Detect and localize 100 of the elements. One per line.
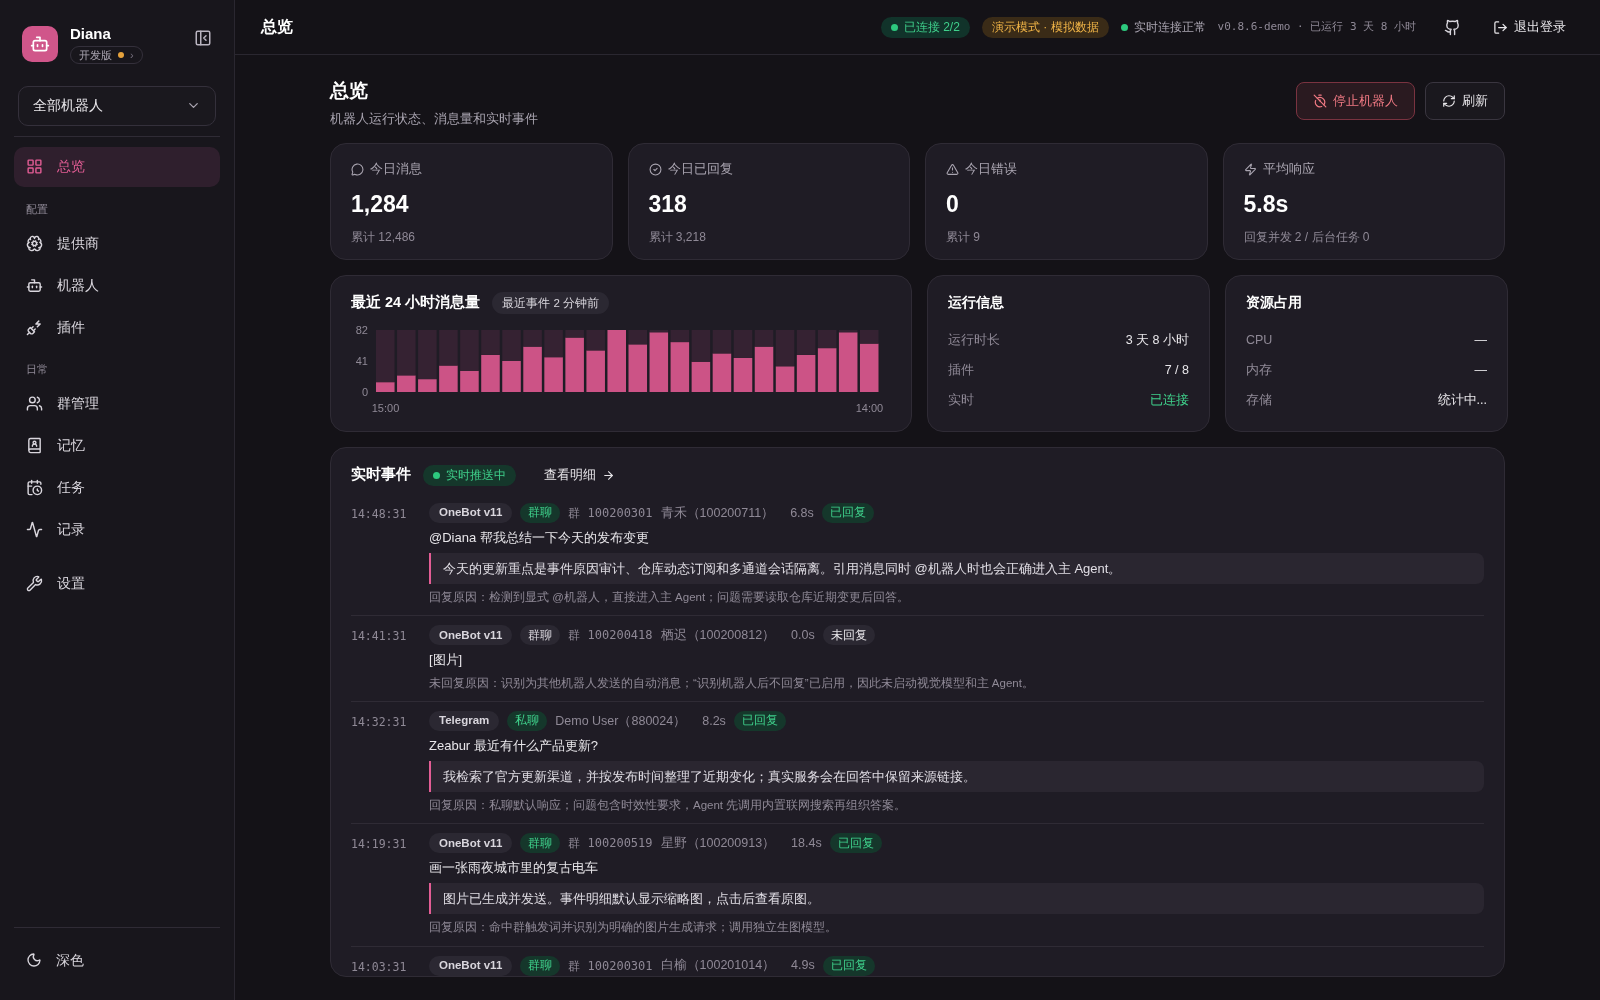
stat-value: 1,284 — [351, 190, 410, 219]
grid-icon — [26, 158, 43, 176]
y-tick-label: 82 — [355, 324, 368, 337]
header-title: 总览 — [261, 17, 293, 37]
event-message: 画一张雨夜城市里的复古电车 — [429, 859, 599, 878]
event-reason: 回复原因：检测到显式 @机器人，直接进入主 Agent；问题需要读取仓库近期变更后回答。 — [429, 590, 911, 605]
card-title: 资源占用 — [1246, 293, 1303, 313]
message-icon — [351, 163, 364, 177]
warning-icon — [946, 163, 959, 177]
info-value: 统计中... — [1437, 391, 1487, 409]
bot-logo-icon — [22, 26, 58, 63]
platform-badge: OneBot v11 — [429, 955, 513, 976]
info-value: 7 / 8 — [1164, 361, 1189, 379]
platform-badge: OneBot v11 — [429, 503, 513, 523]
event-time: 14:32:31 — [351, 714, 408, 731]
logout-icon — [1493, 19, 1508, 35]
info-label: CPU — [1246, 331, 1273, 349]
collapse-sidebar-icon[interactable] — [194, 29, 212, 47]
info-value: 3 天 8 小时 — [1125, 331, 1189, 349]
info-label: 运行时长 — [948, 331, 1000, 349]
refresh-button[interactable]: 刷新 — [1425, 82, 1505, 120]
logout-button[interactable]: 退出登录 — [1493, 17, 1566, 37]
nav-item[interactable]: 机器人 — [14, 265, 220, 306]
bar — [439, 365, 458, 393]
event-reason: 未回复原因：识别为其他机器人发送的自动消息；“识别机器人后不回复”已启用，因此未启动视觉模型和主 Agent。 — [429, 675, 1035, 691]
nav-item[interactable]: 插件 — [14, 307, 220, 348]
card-title: 最近 24 小时消息量 — [351, 293, 481, 313]
y-tick-label: 41 — [355, 355, 368, 368]
event-time: 14:48:31 — [351, 506, 408, 523]
event-reason: 回复原因：命中群触发词并识别为明确的图片生成请求；调用独立生图模型。 — [429, 920, 838, 936]
contact-book-icon — [26, 437, 43, 455]
chat-type-badge: 私聊 — [507, 711, 548, 731]
github-icon[interactable] — [1444, 18, 1461, 36]
bar — [397, 375, 416, 393]
bar — [544, 357, 563, 393]
sender: 青禾（100200711） — [660, 504, 775, 522]
bot-icon — [26, 276, 43, 294]
stat-label: 今日错误 — [965, 161, 1017, 179]
group-id: 群 100200301 — [568, 957, 653, 975]
bar — [586, 350, 605, 393]
version-info: v0.8.6-demo · 已运行 3 天 8 小时 — [1217, 18, 1416, 35]
info-label: 存储 — [1246, 391, 1272, 409]
info-value: — — [1474, 331, 1487, 349]
nav-item[interactable]: 设置 — [14, 563, 220, 604]
bar — [649, 332, 669, 393]
nav-item[interactable]: 任务 — [14, 467, 220, 508]
platform-badge: OneBot v11 — [429, 833, 513, 854]
nav-section-heading: 日常 — [25, 362, 49, 378]
nav-item[interactable]: 记忆 — [14, 425, 220, 466]
event-time: 14:19:31 — [351, 836, 408, 854]
plug-icon — [26, 318, 43, 336]
card-title: 运行信息 — [948, 293, 1005, 313]
nav-item[interactable]: 记录 — [14, 509, 220, 550]
bar — [460, 371, 479, 393]
bar — [418, 379, 437, 393]
nav-item[interactable]: 提供商 — [14, 223, 220, 264]
bar — [859, 343, 879, 393]
realtime-status: 实时连接正常 — [1120, 18, 1206, 36]
x-tick-label: 14:00 — [855, 402, 884, 415]
reply-quote: 图片已生成并发送。事件明细默认显示缩略图，点击后查看原图。 — [429, 882, 1484, 915]
nav-item[interactable]: 总览 — [14, 146, 220, 187]
recent-event-badge: 最近事件 2 分钟前 — [492, 292, 609, 315]
bar — [376, 382, 395, 393]
stat-label: 平均响应 — [1262, 161, 1315, 179]
x-tick-label: 15:00 — [371, 402, 400, 415]
reply-quote: 今天的更新重点是事件原因审计、仓库动态订阅和多通道会话隔离。引用消息同时 @机器人时也会正确进入主 Agent。 — [429, 552, 1484, 584]
calendar-clock-icon — [26, 479, 43, 497]
reply-status-badge: 已回复 — [822, 955, 875, 976]
info-label: 内存 — [1246, 361, 1272, 379]
bar — [628, 344, 648, 393]
stat-value: 0 — [946, 190, 960, 219]
stop-bot-button[interactable]: 停止机器人 — [1296, 82, 1415, 120]
stat-subtext: 累计 9 — [946, 228, 981, 246]
y-tick-label: 0 — [361, 386, 368, 399]
info-value: — — [1474, 361, 1487, 379]
brand-name: Diana — [70, 25, 112, 44]
sender: 星野（100200913） — [660, 834, 776, 852]
event-time: 14:03:31 — [351, 958, 408, 976]
reply-status-badge: 已回复 — [829, 833, 882, 854]
duration: 0.0s — [791, 626, 815, 644]
reply-status-badge: 未回复 — [822, 625, 875, 646]
sender: 白榆（100201014） — [660, 957, 776, 975]
stat-value: 5.8s — [1243, 190, 1290, 219]
theme-toggle[interactable]: 深色 — [14, 940, 220, 980]
chat-type-badge: 群聊 — [520, 503, 561, 523]
chat-type-badge: 群聊 — [520, 625, 561, 646]
connection-badge: 已连接 2/2 — [880, 16, 970, 38]
event-reason: 回复原因：私聊默认响应；问题包含时效性要求，Agent 先调用内置联网搜索再组织答案。 — [429, 798, 908, 813]
bar — [481, 355, 500, 393]
users-icon — [26, 395, 43, 413]
nav-item[interactable]: 群管理 — [14, 383, 220, 424]
wrench-icon — [26, 575, 43, 593]
page-subtitle: 机器人运行状态、消息量和实时事件 — [330, 110, 538, 128]
reply-status-badge: 已回复 — [821, 503, 874, 523]
bar — [565, 337, 584, 393]
view-details-link[interactable]: 查看明细 — [544, 465, 615, 485]
timer-off-icon — [1313, 94, 1327, 108]
bar — [733, 358, 753, 393]
brain-icon — [26, 234, 43, 252]
bot-select[interactable]: 全部机器人 — [18, 85, 216, 126]
